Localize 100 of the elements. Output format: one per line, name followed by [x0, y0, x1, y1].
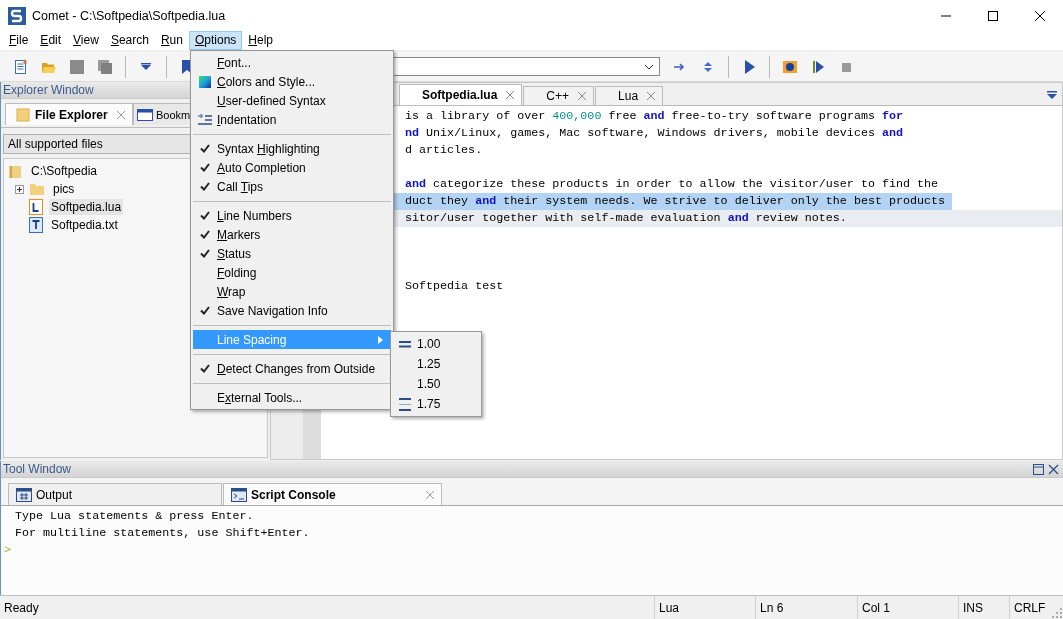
code-line: Softpedia test — [405, 279, 504, 293]
hash-window-icon — [16, 487, 32, 502]
code-line: d articles. — [405, 143, 483, 157]
tree-item[interactable]: Softpedia.lua — [49, 199, 124, 215]
menu-item[interactable]: Edit — [34, 31, 68, 50]
menu-entry[interactable]: Save Navigation Info — [193, 301, 391, 320]
indent-icon — [198, 113, 212, 126]
console-line: For multiline statements, use Shift+Enter. — [14, 525, 311, 542]
console-line: Type Lua statements & press Enter. — [14, 508, 255, 525]
menu-label: Folding — [217, 265, 257, 280]
menu-item[interactable]: View — [67, 31, 105, 50]
menu-label: Line Numbers — [217, 208, 292, 223]
menu-entry[interactable]: 1.25 — [393, 354, 479, 374]
menu-entry[interactable]: 1.75 — [393, 394, 479, 414]
close-icon[interactable] — [577, 91, 588, 101]
editor-tab[interactable]: Softpedia.lua — [399, 84, 523, 105]
menu-label: Wrap — [217, 284, 246, 299]
close-icon[interactable] — [1048, 463, 1059, 475]
console-prompt: > — [3, 542, 12, 559]
tab-label: Bookm — [156, 108, 191, 121]
color-gradient-icon — [199, 75, 211, 88]
menu-entry[interactable]: Status — [193, 244, 391, 263]
close-icon[interactable] — [116, 109, 126, 120]
menu-item[interactable]: Run — [154, 31, 189, 50]
tab-label: Script Console — [251, 487, 336, 502]
menu-entry[interactable]: Markers — [193, 225, 391, 244]
menu-entry[interactable]: Folding — [193, 263, 391, 282]
stacked-squares-icon[interactable] — [97, 58, 113, 75]
menu-entry[interactable]: Font... — [193, 53, 391, 72]
status-field: Lua — [654, 596, 755, 619]
resize-grip-icon[interactable] — [1052, 608, 1062, 618]
code-line: sitor/user together with self-made evaluation and review notes. — [405, 211, 847, 225]
window-icon — [137, 107, 153, 122]
tree-item[interactable]: pics — [51, 181, 77, 197]
console-window-icon — [231, 487, 247, 502]
menu-label: 1.25 — [417, 357, 441, 371]
status-field: Col 1 — [857, 596, 958, 619]
panel-tab[interactable]: File Explorer — [5, 103, 133, 125]
menu-label: 1.75 — [417, 397, 441, 411]
code-line: is a library of over 400,000 free and free-to-try software programs for — [405, 109, 904, 123]
t-file-icon — [29, 217, 43, 233]
window-title: Comet - C:\Softpedia\Softpedia.lua — [32, 8, 226, 23]
tab-label: Output — [36, 487, 73, 502]
menu-label: Markers — [217, 227, 261, 242]
square-icon[interactable] — [69, 58, 85, 75]
menu-label: Font... — [217, 55, 252, 70]
tab-label: C++ — [546, 89, 570, 103]
menu-entry[interactable]: Call Tips — [193, 177, 391, 196]
menu-item[interactable]: Search — [104, 31, 155, 50]
restore-icon[interactable] — [1033, 463, 1044, 475]
menu-entry[interactable]: Wrap — [193, 282, 391, 301]
menu-entry[interactable]: 1.00 — [393, 334, 479, 354]
close-icon[interactable] — [646, 91, 657, 101]
app-logo-icon — [8, 6, 26, 25]
expand-toggle-icon[interactable] — [15, 184, 24, 194]
tab-label: File Explorer — [35, 107, 108, 122]
checkmark-icon — [200, 364, 210, 373]
menu-label: External Tools... — [217, 390, 303, 405]
code-line: nd Unix/Linux, games, Mac software, Windows drivers, mobile devices and — [405, 126, 903, 140]
menu-label: Detect Changes from Outside — [217, 361, 376, 376]
close-icon[interactable] — [425, 489, 435, 500]
tree-item[interactable]: C:\Softpedia — [29, 163, 100, 179]
editor-tab[interactable]: Lua — [595, 86, 664, 105]
menu-label: Auto Completion — [217, 160, 306, 175]
menu-item[interactable]: Help — [242, 31, 279, 50]
panel-tab[interactable]: Output — [8, 483, 222, 505]
l-file-icon — [29, 199, 43, 215]
menu-entry[interactable]: Detect Changes from Outside — [193, 359, 391, 378]
tab-list-icon[interactable] — [1047, 91, 1057, 99]
code-line: and categorize these products in order to allow the visitor/user to find the — [405, 177, 939, 191]
status-field: Ready — [0, 596, 654, 619]
close-icon — [1034, 10, 1045, 21]
submenu-arrow-icon — [378, 335, 383, 344]
menu-label: 1.50 — [417, 377, 441, 391]
menu-label: Call Tips — [217, 179, 264, 194]
menu-label: Indentation — [217, 112, 277, 127]
close-icon[interactable] — [505, 90, 516, 100]
tab-label: Softpedia.lua — [422, 88, 498, 102]
folder-icon — [16, 107, 30, 122]
menu-label: Save Navigation Info — [217, 303, 328, 318]
status-field: Ln 6 — [755, 596, 857, 619]
menu-entry[interactable]: 1.50 — [393, 374, 479, 394]
menu-item[interactable]: Options — [188, 31, 243, 50]
lines-icon — [399, 340, 411, 348]
panel-header: Tool Window — [3, 462, 72, 476]
new-document-icon[interactable] — [13, 58, 29, 75]
menu-label: 1.00 — [417, 337, 441, 351]
menu-entry[interactable]: Line Numbers — [193, 206, 391, 225]
menu-entry[interactable]: External Tools... — [193, 388, 391, 407]
editor-tab[interactable]: C++ — [523, 86, 595, 105]
menu-item[interactable]: File — [3, 31, 35, 50]
maximize-icon — [987, 10, 998, 21]
step-play-icon[interactable] — [810, 58, 826, 75]
tree-item[interactable]: Softpedia.txt — [49, 217, 120, 233]
chevron-down-icon — [644, 63, 654, 70]
menu-entry[interactable]: Auto Completion — [193, 158, 391, 177]
lines-icon — [399, 397, 411, 411]
panel-tab[interactable]: Script Console — [223, 483, 442, 505]
record-icon[interactable] — [782, 58, 798, 75]
status-field: INS — [958, 596, 1009, 619]
